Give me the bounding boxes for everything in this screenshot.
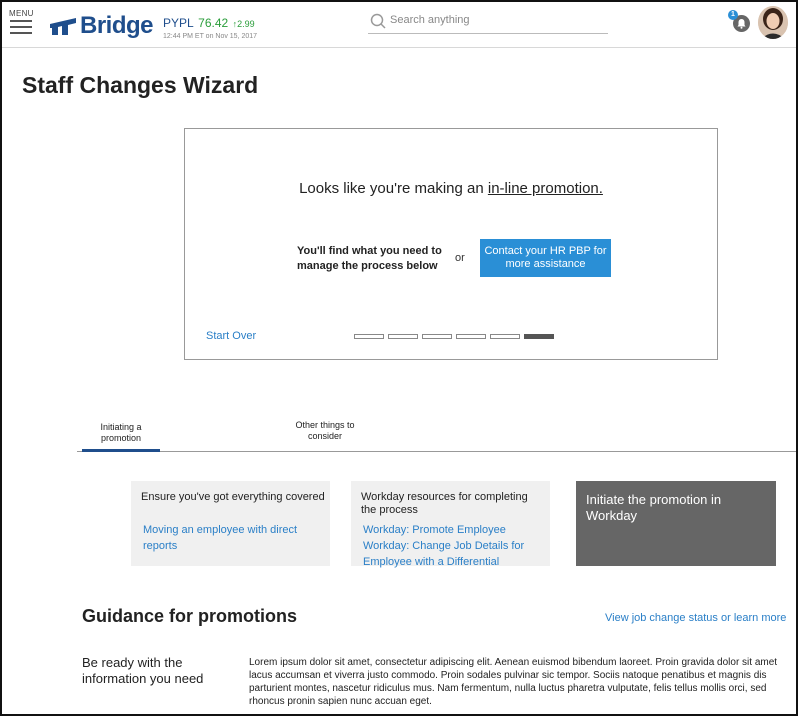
tab-initiating-a-promotion[interactable]: Initiating a promotion: [82, 422, 160, 452]
wizard-headline: Looks like you're making an in-line prom…: [185, 180, 717, 197]
search-input[interactable]: [390, 14, 600, 26]
wizard-guidance-text: You'll find what you need to manage the …: [297, 245, 442, 272]
wizard-step-4: [456, 334, 486, 339]
workday-promote-employee-link[interactable]: Workday: Promote Employee: [363, 522, 543, 538]
contact-hr-pbp-button[interactable]: Contact your HR PBP for more assistance: [480, 239, 611, 277]
stock-ticker: PYPL 76.42 ↑2.99 12:44 PM ET on Nov 15, …: [163, 14, 257, 40]
tab-bar: Initiating a promotion Other things to c…: [77, 408, 796, 452]
workday-resources-card: Workday resources for completing the pro…: [351, 481, 550, 568]
wizard-progress-steps: [354, 334, 554, 339]
user-avatar[interactable]: [758, 6, 788, 39]
wizard-step-6: [524, 334, 554, 339]
workday-resources-card-title: Workday resources for completing the pro…: [361, 491, 528, 516]
search-icon[interactable]: [370, 13, 386, 29]
wizard-panel: Looks like you're making an in-line prom…: [184, 128, 718, 360]
initiate-promotion-workday-button[interactable]: Initiate the promotion in Workday: [576, 481, 776, 566]
notification-count-badge: 1: [728, 10, 738, 20]
app-frame: MENU Bridge PYPL 76.42 ↑2.99 12:44 PM ET…: [0, 0, 798, 716]
tab-other-things-to-consider[interactable]: Other things to consider: [287, 420, 363, 442]
ready-info-label: Be ready with the information you need: [82, 655, 204, 686]
start-over-link[interactable]: Start Over: [206, 330, 256, 342]
notifications-button[interactable]: 1: [728, 10, 752, 34]
ticker-symbol: PYPL: [163, 16, 194, 30]
wizard-step-3: [422, 334, 452, 339]
in-line-promotion-link[interactable]: in-line promotion.: [488, 180, 603, 197]
page-title: Staff Changes Wizard: [22, 72, 259, 98]
guidance-title: Guidance for promotions: [82, 606, 298, 626]
wizard-step-1: [354, 334, 384, 339]
guidance-body-text: Lorem ipsum dolor sit amet, consectetur …: [249, 657, 778, 707]
logo-text: Bridge: [80, 12, 154, 39]
ticker-price: 76.42: [198, 16, 229, 30]
search-bar: [368, 12, 608, 34]
bridge-logo[interactable]: Bridge: [48, 12, 154, 40]
hamburger-menu-icon[interactable]: [10, 20, 32, 34]
moving-employee-link[interactable]: Moving an employee with direct reports: [143, 522, 323, 554]
ticker-timestamp: 12:44 PM ET on Nov 15, 2017: [163, 33, 258, 40]
ticker-change: 2.99: [237, 19, 255, 29]
top-bar: MENU Bridge PYPL 76.42 ↑2.99 12:44 PM ET…: [2, 2, 796, 48]
wizard-step-2: [388, 334, 418, 339]
view-job-change-status-link[interactable]: View job change status or learn more: [605, 612, 786, 624]
wizard-headline-text: Looks like you're making an: [299, 180, 488, 197]
bridge-logo-icon: [50, 18, 76, 35]
wizard-step-5: [490, 334, 520, 339]
checklist-card: Ensure you've got everything covered Mov…: [131, 481, 330, 566]
workday-change-job-details-link[interactable]: Workday: Change Job Details for Employee…: [363, 538, 543, 570]
menu-label: MENU: [9, 9, 34, 18]
checklist-card-title: Ensure you've got everything covered: [141, 491, 325, 503]
wizard-or-text: or: [455, 252, 465, 264]
